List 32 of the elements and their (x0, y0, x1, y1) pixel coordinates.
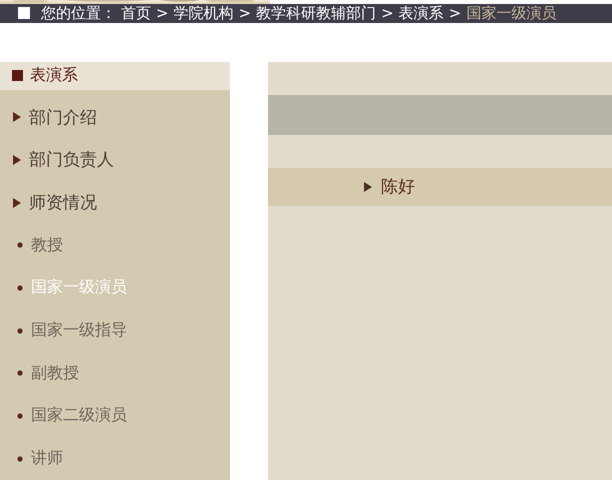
triangle-icon (364, 182, 372, 192)
triangle-icon (13, 112, 21, 122)
sidebar-item[interactable]: 师资情况 (0, 181, 230, 224)
sidebar-item[interactable]: 副教授 (0, 352, 230, 395)
breadcrumb-separator: > (381, 4, 394, 22)
bullet-icon (17, 242, 23, 248)
breadcrumb-link[interactable]: 教学科研教辅部门 (256, 4, 376, 23)
sidebar-item[interactable]: 教授 (0, 224, 230, 267)
bullet-icon (17, 412, 23, 419)
breadcrumb-separator: > (238, 4, 252, 22)
bullet-icon (17, 456, 23, 462)
sidebar-item[interactable]: 部门负责人 (0, 138, 230, 182)
sidebar-item[interactable]: 讲师 (0, 437, 230, 480)
sidebar-title: 表演系 (30, 65, 78, 86)
breadcrumb-link[interactable]: 国家一级演员 (466, 4, 556, 23)
triangle-icon (13, 154, 21, 165)
breadcrumb-separator: > (448, 4, 462, 22)
person-link[interactable]: 陈好 (268, 168, 612, 206)
breadcrumb-link[interactable]: 学院机构 (174, 4, 234, 23)
sidebar-item[interactable]: 部门介绍 (0, 96, 230, 138)
breadcrumb-separator: > (156, 4, 169, 22)
bullet-icon (17, 370, 23, 376)
breadcrumb-label: 您的位置： (41, 4, 116, 23)
sidebar-item[interactable]: 国家一级指导 (0, 309, 230, 352)
triangle-icon (13, 198, 21, 208)
square-icon (18, 7, 30, 20)
sidebar-item[interactable]: 国家二级演员 (0, 394, 230, 438)
breadcrumb-link[interactable]: 首页 (121, 4, 151, 23)
bullet-icon (17, 328, 23, 334)
breadcrumb-link[interactable]: 表演系 (398, 4, 444, 23)
bullet-icon (17, 284, 23, 291)
square-icon (12, 70, 23, 82)
